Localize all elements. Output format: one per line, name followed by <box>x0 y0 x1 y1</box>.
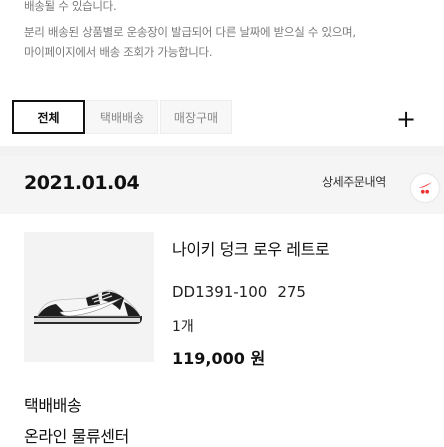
notice-line-2: 분리 배송된 상품별로 운송장이 발급되어 다른 날짜에 받으실 수 있으며, <box>24 25 356 39</box>
order-header: 2021.01.04 상세주문내역 <box>0 156 444 214</box>
product-price: 119,000 원 <box>172 349 266 368</box>
notice-line-1: 배송될 수 있습니다. <box>24 0 117 13</box>
swoosh-badge-icon[interactable]: ●● <box>411 174 439 202</box>
sneaker-icon <box>34 289 142 324</box>
product-code-size: DD1391-100 275 <box>172 283 306 301</box>
order-date: 2021.01.04 <box>24 172 140 194</box>
product-image[interactable] <box>24 232 154 362</box>
order-detail-link[interactable]: 상세주문내역 <box>322 173 386 190</box>
section-divider <box>0 146 444 156</box>
swoosh-icon <box>418 182 432 188</box>
product-name[interactable]: 나이키 덩크 로우 레트로 <box>172 236 330 260</box>
notice-line-3: 마이페이지에서 배송 조회가 가능합니다. <box>24 45 213 59</box>
tab-store-purchase[interactable]: 매장구매 <box>160 100 232 134</box>
product-code: DD1391-100 <box>172 283 268 301</box>
add-filter-button[interactable]: + <box>392 105 420 133</box>
product-size: 275 <box>277 283 306 301</box>
tab-all[interactable]: 전체 <box>12 100 85 134</box>
fulfillment-center: 온라인 물류센터 <box>24 427 129 446</box>
badge-mark: ●● <box>420 189 430 195</box>
tab-delivery[interactable]: 택배배송 <box>86 100 158 134</box>
filter-tabs: 전체 택배배송 매장구매 <box>0 88 444 146</box>
delivery-notice: 배송될 수 있습니다. 분리 배송된 상품별로 운송장이 발급되어 다른 날짜에… <box>0 0 444 88</box>
delivery-type: 택배배송 <box>24 396 82 415</box>
product-quantity: 1개 <box>172 319 194 335</box>
